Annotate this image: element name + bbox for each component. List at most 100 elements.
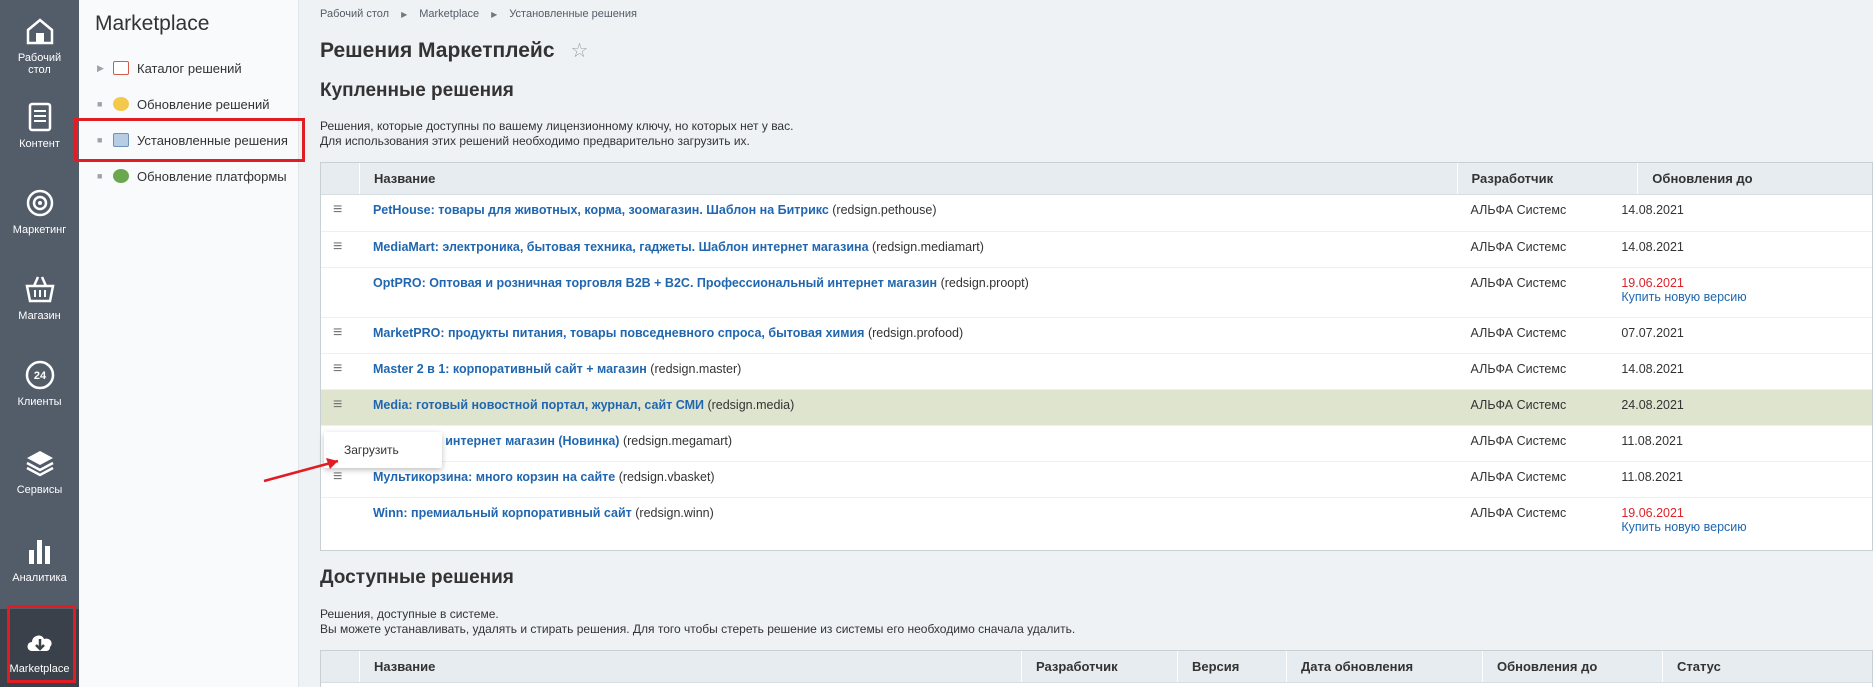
solution-code: (redsign.winn) [631, 506, 714, 520]
solution-code: (redsign.proopt) [937, 276, 1029, 290]
breadcrumb-marketplace[interactable]: Marketplace [419, 8, 479, 20]
bought-rows: ≡ PetHouse: товары для животных, корма, з… [321, 195, 1872, 547]
solution-link[interactable]: Master 2 в 1: корпоративный сайт + магаз… [373, 362, 647, 376]
rail-item-services[interactable]: Сервисы [0, 432, 79, 518]
row-menu-icon[interactable]: ≡ [321, 390, 359, 425]
expand-arrow-icon[interactable]: ▶ [97, 63, 105, 74]
table-row[interactable]: ≡MegaMart – интернет магазин (Новинка) (… [321, 425, 1872, 461]
rail-label: Рабочий [17, 52, 62, 64]
bullet-icon: ■ [97, 99, 103, 109]
solution-code: (redsign.media) [703, 398, 795, 412]
chevron-right-icon: ▶ [401, 9, 408, 19]
table-row[interactable]: ≡ Master 2 в 1: корпоративный сайт + мага… [321, 353, 1872, 389]
header-version[interactable]: Версия [1177, 651, 1286, 682]
row-menu-icon[interactable]: ≡ [321, 318, 359, 353]
rail-label: Магазин [18, 310, 61, 322]
available-description: Решения, доступные в системе. Вы можете … [320, 607, 1075, 637]
breadcrumb-desktop[interactable]: Рабочий стол [320, 8, 389, 20]
cell-updates-until: 14.08.2021 [1607, 195, 1872, 231]
header-updates-until[interactable]: Обновления до [1637, 163, 1872, 194]
available-title: Доступные решения [320, 567, 514, 588]
table-row[interactable]: Winn: премиальный корпоративный сайт (re… [321, 497, 1872, 547]
cell-name: OptPRO: Оптовая и розничная торговля B2B… [359, 268, 1457, 317]
update-icon [113, 97, 129, 111]
update-date: 14.08.2021 [1621, 203, 1684, 217]
table-row[interactable]: ≡ PetHouse: товары для животных, корма, з… [321, 195, 1872, 231]
bullet-icon: ■ [97, 171, 103, 181]
bought-title: Купленные решения [320, 80, 514, 101]
sidebar-item-label: Каталог решений [137, 60, 242, 76]
update-date: 11.08.2021 [1621, 434, 1683, 448]
header-menu-col [321, 163, 359, 194]
rail-label: стол [28, 64, 51, 76]
cell-name: PetHouse: товары для животных, корма, зо… [359, 195, 1457, 231]
solution-link[interactable]: Мультикорзина: много корзин на сайте [373, 470, 615, 484]
rail-item-desktop[interactable]: Рабочий стол [0, 0, 79, 86]
solution-code: (redsign.master) [646, 362, 742, 376]
header-update-date[interactable]: Дата обновления [1286, 651, 1482, 682]
rail-item-content[interactable]: Контент [0, 86, 79, 172]
cell-name: MediaMart: электроника, бытовая техника,… [359, 232, 1457, 267]
row-menu-icon [321, 498, 359, 547]
cell-name: Master 2 в 1: корпоративный сайт + магаз… [359, 354, 1457, 389]
solution-link[interactable]: MediaMart: электроника, бытовая техника,… [373, 240, 869, 254]
table-row[interactable]: ≡ Media: готовый новостной портал, журнал… [321, 389, 1872, 425]
cell-updates-until: 19.06.2021 Купить новую версию [1607, 498, 1872, 547]
row-menu-icon[interactable]: ≡ [321, 354, 359, 389]
star-icon[interactable]: ☆ [571, 38, 589, 63]
sidebar-item-platform[interactable]: ■ Обновление платформы [97, 166, 287, 186]
header-developer[interactable]: Разработчик [1021, 651, 1177, 682]
solution-link[interactable]: PetHouse: товары для животных, корма, зо… [373, 203, 829, 217]
table-row[interactable]: ≡ MediaMart: электроника, бытовая техника… [321, 231, 1872, 267]
row-menu-icon[interactable]: ≡ [321, 232, 359, 267]
cell-developer: АЛЬФА Системс [1470, 398, 1567, 412]
cell-developer: АЛЬФА Системс [1470, 434, 1567, 448]
marketplace-sidebar: Marketplace ▶ Каталог решений ■ Обновлен… [79, 0, 299, 687]
solution-link[interactable]: OptPRO: Оптовая и розничная торговля B2B… [373, 276, 937, 290]
header-name[interactable]: Название [359, 651, 1021, 682]
rail-label: Клиенты [17, 396, 62, 408]
header-status[interactable]: Статус [1662, 651, 1872, 682]
available-desc-line: Вы можете устанавливать, удалять и стира… [320, 622, 1076, 636]
bought-desc-line: Решения, которые доступны по вашему лице… [320, 119, 794, 133]
rail-item-marketing[interactable]: Маркетинг [0, 172, 79, 258]
solution-code: (redsign.megamart) [619, 434, 733, 448]
solution-code: (redsign.pethouse) [828, 203, 937, 217]
cell-developer: АЛЬФА Системс [1470, 276, 1567, 290]
header-menu-col [321, 651, 359, 682]
header-name[interactable]: Название [358, 163, 1457, 194]
update-date: 19.06.2021 [1621, 506, 1684, 520]
cell-name: Мультикорзина: много корзин на сайте (re… [359, 462, 1457, 497]
buy-new-version-link[interactable]: Купить новую версию [1621, 520, 1872, 534]
table-row[interactable]: ≡ Мультикорзина: много корзин на сайте (r… [321, 461, 1872, 497]
annotation-box-marketplace [7, 605, 76, 683]
cell-developer: АЛЬФА Системс [1470, 240, 1567, 254]
buy-new-version-link[interactable]: Купить новую версию [1621, 290, 1872, 304]
cell-developer: АЛЬФА Системс [1470, 362, 1567, 376]
left-nav-rail: Рабочий стол Контент Маркетинг Магазин 2… [0, 0, 79, 687]
rail-item-clients[interactable]: 24 Клиенты [0, 344, 79, 430]
cell-developer: АЛЬФА Системс [1470, 506, 1567, 520]
update-date: 19.06.2021 [1621, 276, 1684, 290]
solution-link[interactable]: MarketPRO: продукты питания, товары повс… [373, 326, 865, 340]
row-menu-icon[interactable]: ≡ [321, 195, 359, 231]
cell-developer: АЛЬФА Системс [1470, 326, 1567, 340]
sidebar-item-catalog[interactable]: ▶ Каталог решений [97, 58, 242, 78]
breadcrumb-installed[interactable]: Установленные решения [509, 8, 637, 20]
target-icon [26, 189, 53, 217]
cell-updates-until: 19.06.2021 Купить новую версию [1607, 268, 1872, 317]
table-row[interactable]: ≡ MarketPRO: продукты питания, товары пов… [321, 317, 1872, 353]
basket-icon [24, 276, 55, 303]
header-developer[interactable]: Разработчик [1456, 163, 1638, 194]
rail-item-analytics[interactable]: Аналитика [0, 520, 79, 606]
solution-link[interactable]: Winn: премиальный корпоративный сайт [373, 506, 632, 520]
sidebar-item-updates[interactable]: ■ Обновление решений [97, 94, 270, 114]
cell-updates-until: 14.08.2021 [1607, 354, 1872, 389]
clients-badge: 24 [33, 370, 46, 382]
header-updates-until[interactable]: Обновления до [1482, 651, 1662, 682]
update-date: 14.08.2021 [1621, 362, 1684, 376]
sidebar-item-label: Обновление платформы [137, 168, 287, 184]
table-row[interactable]: OptPRO: Оптовая и розничная торговля B2B… [321, 267, 1872, 317]
rail-item-shop[interactable]: Магазин [0, 258, 79, 344]
solution-link[interactable]: Media: готовый новостной портал, журнал,… [373, 398, 704, 412]
